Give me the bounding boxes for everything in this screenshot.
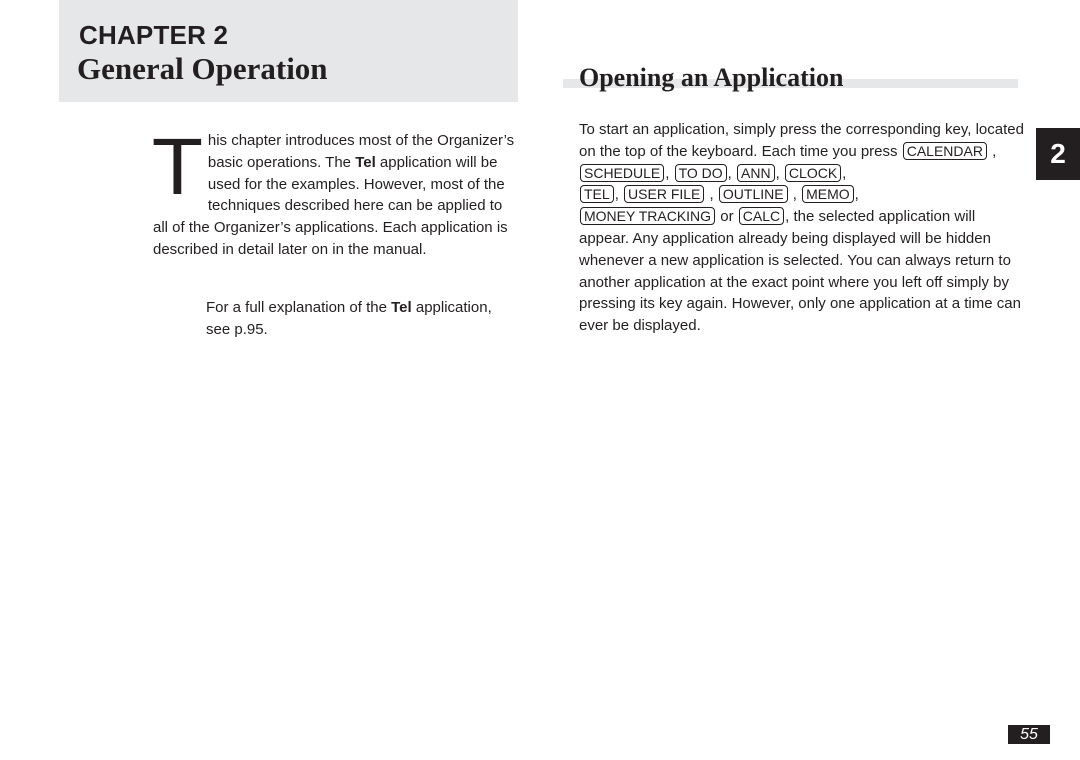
key-memo: MEMO (802, 185, 854, 204)
key-money-tracking: MONEY TRACKING (580, 207, 716, 226)
chapter-header: CHAPTER 2 General Operation (59, 0, 518, 102)
page-number: 55 (1008, 725, 1050, 744)
key-calendar: CALENDAR (902, 141, 987, 160)
chapter-title: General Operation (77, 51, 328, 86)
or-word: or (720, 208, 734, 226)
drop-cap: T (151, 122, 204, 211)
key-clock: CLOCK (784, 163, 842, 182)
body-text-after: , the selected application will appear. … (579, 208, 1021, 335)
chapter-label: CHAPTER 2 (79, 20, 229, 50)
note-bold-tel: Tel (391, 299, 412, 316)
chapter-tab: 2 (1036, 128, 1080, 180)
reference-note: For a full explanation of the Tel applic… (206, 297, 506, 341)
note-prefix: For a full explanation of the (206, 299, 392, 316)
key-todo: TO DO (674, 163, 727, 182)
key-calc: CALC (738, 207, 785, 226)
section-title: Opening an Application (579, 63, 844, 92)
key-ann: ANN (737, 163, 775, 182)
key-schedule: SCHEDULE (580, 163, 665, 182)
intro-paragraph: T his chapter introduces most of the Org… (151, 122, 518, 261)
key-tel: TEL (580, 185, 614, 204)
intro-bold-tel: Tel (355, 153, 376, 171)
key-outline: OUTLINE (718, 185, 788, 204)
key-user-file: USER FILE (624, 185, 705, 204)
section-body: To start an application, simply press th… (579, 121, 1024, 335)
